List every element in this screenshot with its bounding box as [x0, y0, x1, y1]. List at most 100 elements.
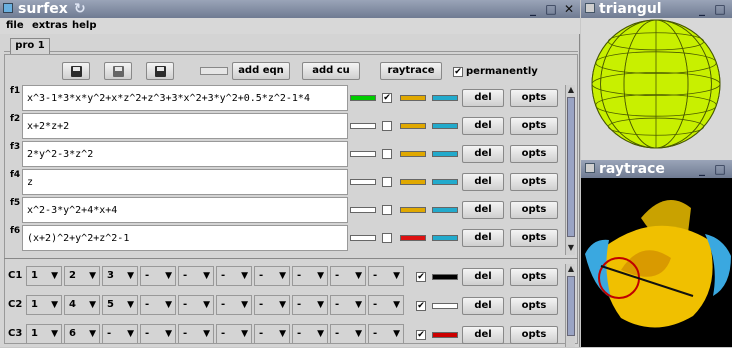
inside-color-swatch[interactable]	[400, 179, 426, 185]
menu-help[interactable]: help	[72, 20, 97, 31]
tab-pro-1[interactable]: pro 1	[10, 38, 50, 54]
condition-options-button[interactable]: opts	[510, 297, 558, 315]
delete-equation-button[interactable]: del	[462, 173, 504, 191]
outside-color-swatch[interactable]	[432, 95, 458, 101]
equation-select[interactable]: - ▼	[140, 295, 176, 315]
delete-condition-button[interactable]: del	[462, 326, 504, 344]
equation-select[interactable]: - ▼	[292, 295, 328, 315]
equation-input[interactable]: (x+2)^2+y^2+z^2-1	[22, 225, 348, 251]
equation-options-button[interactable]: opts	[510, 89, 558, 107]
equation-select[interactable]: - ▼	[254, 295, 290, 315]
visible-checkbox[interactable]	[382, 149, 392, 159]
equation-select[interactable]: - ▼	[178, 324, 214, 344]
raytraced-surface-view[interactable]	[581, 178, 732, 347]
condition-options-button[interactable]: opts	[510, 268, 558, 286]
equation-select[interactable]: - ▼	[216, 266, 252, 286]
equation-select[interactable]: - ▼	[292, 324, 328, 344]
visible-checkbox[interactable]	[382, 205, 392, 215]
equation-select[interactable]: 5 ▼	[102, 295, 138, 315]
raytrace-button[interactable]: raytrace	[380, 62, 442, 80]
save-all-button[interactable]	[146, 62, 174, 80]
equation-select[interactable]: - ▼	[178, 295, 214, 315]
delete-equation-button[interactable]: del	[462, 117, 504, 135]
outside-color-swatch[interactable]	[432, 235, 458, 241]
inside-color-swatch[interactable]	[400, 123, 426, 129]
surface-color-swatch[interactable]	[350, 151, 376, 157]
scrollbar-thumb[interactable]	[567, 97, 575, 237]
equation-select[interactable]: - ▼	[102, 324, 138, 344]
outside-color-swatch[interactable]	[432, 207, 458, 213]
equation-select[interactable]: 1 ▼	[26, 324, 62, 344]
equation-options-button[interactable]: opts	[510, 173, 558, 191]
save-button[interactable]	[62, 62, 90, 80]
condition-checkbox[interactable]: ✔	[416, 301, 426, 311]
permanently-checkbox[interactable]: ✔	[453, 67, 463, 77]
delete-equation-button[interactable]: del	[462, 201, 504, 219]
equation-select[interactable]: 1 ▼	[26, 266, 62, 286]
add-eqn-button[interactable]: add eqn	[232, 62, 290, 80]
equation-select[interactable]: - ▼	[330, 324, 366, 344]
equation-options-button[interactable]: opts	[510, 117, 558, 135]
outside-color-swatch[interactable]	[432, 179, 458, 185]
delete-condition-button[interactable]: del	[462, 297, 504, 315]
equation-select[interactable]: - ▼	[178, 266, 214, 286]
equation-input[interactable]: 2*y^2-3*z^2	[22, 141, 348, 167]
inside-color-swatch[interactable]	[400, 207, 426, 213]
equation-options-button[interactable]: opts	[510, 229, 558, 247]
equation-scrollbar[interactable]: ▲ ▼	[565, 85, 575, 255]
surface-color-swatch[interactable]	[350, 179, 376, 185]
equation-options-button[interactable]: opts	[510, 145, 558, 163]
visible-checkbox[interactable]	[382, 177, 392, 187]
title-bar[interactable]: surfex ↻ _ □ ✕	[0, 0, 580, 18]
equation-select[interactable]: - ▼	[368, 266, 404, 286]
condition-color-swatch[interactable]	[432, 332, 458, 338]
surface-color-swatch[interactable]	[350, 235, 376, 241]
surface-color-swatch[interactable]	[350, 123, 376, 129]
delete-equation-button[interactable]: del	[462, 145, 504, 163]
equation-select[interactable]: 4 ▼	[64, 295, 100, 315]
equation-select[interactable]: - ▼	[140, 266, 176, 286]
equation-select[interactable]: 2 ▼	[64, 266, 100, 286]
menu-file[interactable]: file	[6, 20, 24, 31]
add-cu-button[interactable]: add cu	[302, 62, 360, 80]
equation-select[interactable]: - ▼	[330, 295, 366, 315]
scroll-up-icon[interactable]: ▲	[566, 85, 576, 95]
save-as-button[interactable]	[104, 62, 132, 80]
outside-color-swatch[interactable]	[432, 151, 458, 157]
scrollbar-thumb[interactable]	[567, 276, 575, 336]
equation-select[interactable]: - ▼	[216, 295, 252, 315]
equation-select[interactable]: - ▼	[292, 266, 328, 286]
equation-select[interactable]: - ▼	[254, 266, 290, 286]
equation-select[interactable]: - ▼	[368, 295, 404, 315]
surface-color-swatch[interactable]	[350, 207, 376, 213]
condition-color-swatch[interactable]	[432, 274, 458, 280]
close-icon[interactable]: ✕	[562, 2, 576, 16]
menu-extras[interactable]: extras	[32, 20, 68, 31]
delete-equation-button[interactable]: del	[462, 89, 504, 107]
inside-color-swatch[interactable]	[400, 95, 426, 101]
condition-checkbox[interactable]: ✔	[416, 330, 426, 340]
delete-condition-button[interactable]: del	[462, 268, 504, 286]
condition-options-button[interactable]: opts	[510, 326, 558, 344]
minimize-icon[interactable]: _	[526, 2, 540, 16]
equation-select[interactable]: 1 ▼	[26, 295, 62, 315]
delete-equation-button[interactable]: del	[462, 229, 504, 247]
condition-checkbox[interactable]: ✔	[416, 272, 426, 282]
equation-select[interactable]: - ▼	[330, 266, 366, 286]
minimize-icon[interactable]: _	[695, 162, 709, 176]
minimize-icon[interactable]: _	[695, 2, 709, 16]
equation-select[interactable]: - ▼	[254, 324, 290, 344]
equation-input[interactable]: x+2*z+2	[22, 113, 348, 139]
inside-color-swatch[interactable]	[400, 151, 426, 157]
maximize-icon[interactable]: □	[713, 2, 727, 16]
equation-select[interactable]: - ▼	[140, 324, 176, 344]
equation-input[interactable]: x^3-1*3*x*y^2+x*z^2+z^3+3*x^2+3*y^2+0.5*…	[22, 85, 348, 111]
equation-input[interactable]: z	[22, 169, 348, 195]
title-bar[interactable]: triangul _ □	[581, 0, 732, 18]
equation-options-button[interactable]: opts	[510, 201, 558, 219]
equation-select[interactable]: - ▼	[368, 324, 404, 344]
visible-checkbox[interactable]: ✔	[382, 93, 392, 103]
surface-color-swatch[interactable]	[350, 95, 376, 101]
title-bar[interactable]: raytrace _ □	[581, 160, 732, 178]
scroll-down-icon[interactable]: ▼	[566, 243, 576, 253]
